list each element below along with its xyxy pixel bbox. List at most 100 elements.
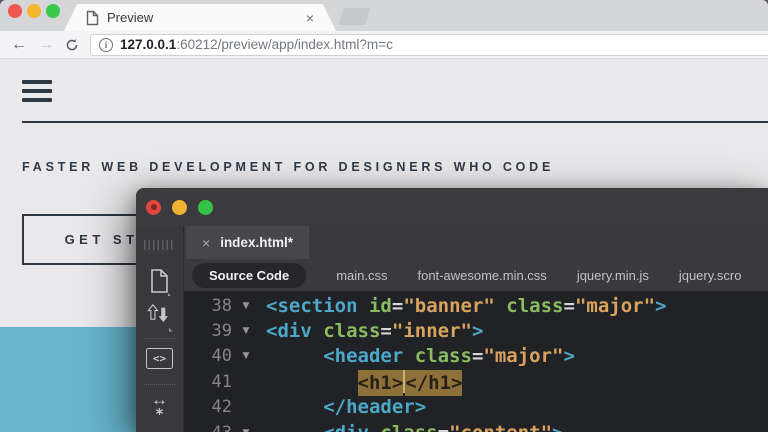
code-token xyxy=(369,422,380,432)
fold-triangle-icon[interactable]: ▼ xyxy=(232,351,260,361)
code-token xyxy=(266,345,323,367)
code-token: class xyxy=(506,295,563,317)
code-token xyxy=(495,295,506,317)
code-token: = xyxy=(392,295,403,317)
code-line-39[interactable]: 39▼<div class="inner"> xyxy=(184,318,768,343)
code-token: > xyxy=(552,422,563,432)
code-text[interactable]: <div class="content"> xyxy=(260,422,563,432)
code-text[interactable]: <section id="banner" class="major"> xyxy=(260,295,666,317)
code-token: "major" xyxy=(483,345,563,367)
sidebar-divider xyxy=(144,338,175,339)
code-token: = xyxy=(380,320,391,342)
code-token: <header xyxy=(323,345,403,367)
browser-tab-strip: Preview × xyxy=(0,0,768,31)
code-token xyxy=(266,422,323,432)
code-editor-window: <> ↔ * × index.html* Source Code main.css… xyxy=(136,188,768,432)
line-number: 40 xyxy=(184,346,232,366)
code-token: "major" xyxy=(575,295,655,317)
code-token: id xyxy=(369,295,392,317)
file-tab-jquery-scro[interactable]: jquery.scro xyxy=(679,268,742,283)
code-panel-icon[interactable]: <> xyxy=(136,348,183,369)
header-divider xyxy=(22,121,768,123)
code-token: class xyxy=(380,422,437,432)
editor-titlebar[interactable] xyxy=(136,188,768,226)
sidebar-grip xyxy=(144,240,175,250)
code-token: class xyxy=(323,320,380,342)
resize-arrows-icon[interactable]: ↔ * xyxy=(136,391,183,422)
code-token: class xyxy=(415,345,472,367)
code-token: = xyxy=(472,345,483,367)
code-text[interactable]: <div class="inner"> xyxy=(260,320,483,342)
minimize-window-button[interactable] xyxy=(27,4,41,18)
code-token: = xyxy=(563,295,574,317)
fold-triangle-icon[interactable]: ▼ xyxy=(232,428,260,432)
code-editor-area[interactable]: 38▼<section id="banner" class="major">39… xyxy=(184,291,768,432)
page-info-icon[interactable]: i xyxy=(99,38,113,52)
code-token: "inner" xyxy=(392,320,472,342)
page-favicon-icon xyxy=(86,10,99,26)
sort-arrows-icon[interactable] xyxy=(136,302,183,332)
zoom-window-button[interactable] xyxy=(46,4,60,18)
code-token: </header> xyxy=(323,396,426,418)
code-token: "content" xyxy=(449,422,552,432)
doc-tab-index-html[interactable]: × index.html* xyxy=(186,226,309,259)
new-tab-button[interactable] xyxy=(338,8,371,25)
code-token xyxy=(403,345,414,367)
line-number: 39 xyxy=(184,321,232,341)
reload-button[interactable] xyxy=(65,38,79,52)
url-bar[interactable]: i 127.0.0.1:60212/preview/app/index.html… xyxy=(90,34,768,56)
code-token: = xyxy=(438,422,449,432)
close-window-button[interactable] xyxy=(8,4,22,18)
fold-triangle-icon[interactable]: ▼ xyxy=(232,301,260,311)
file-tab-bar: Source Code main.css font-awesome.min.css j… xyxy=(184,259,768,291)
tab-title: Preview xyxy=(107,10,306,25)
file-tab-main-css[interactable]: main.css xyxy=(336,268,387,283)
code-token: <h1> xyxy=(358,370,404,396)
code-text[interactable]: <header class="major"> xyxy=(260,345,575,367)
code-line-38[interactable]: 38▼<section id="banner" class="major"> xyxy=(184,293,768,318)
browser-tab-preview[interactable]: Preview × xyxy=(64,4,336,31)
code-line-42[interactable]: 42 </header> xyxy=(184,395,768,420)
browser-toolbar: ← → i 127.0.0.1:60212/preview/app/index.… xyxy=(0,31,768,59)
editor-zoom-button[interactable] xyxy=(198,200,213,215)
hamburger-menu-icon[interactable] xyxy=(22,80,52,107)
page-headline: FASTER WEB DEVELOPMENT FOR DESIGNERS WHO… xyxy=(22,160,554,174)
line-number: 41 xyxy=(184,372,232,392)
line-number: 42 xyxy=(184,397,232,417)
code-token: > xyxy=(655,295,666,317)
screenshot-root: Preview × ← → i 127.0.0.1:60212/preview/… xyxy=(0,0,768,432)
editor-close-button[interactable] xyxy=(146,200,161,215)
code-token: "banner" xyxy=(403,295,495,317)
file-browser-icon[interactable] xyxy=(136,268,183,296)
editor-sidebar: <> ↔ * xyxy=(136,226,184,432)
tab-close-icon[interactable]: × xyxy=(306,11,314,25)
browser-window-controls xyxy=(8,4,60,18)
document-tab-bar: × index.html* xyxy=(184,226,768,259)
editor-minimize-button[interactable] xyxy=(172,200,187,215)
back-button[interactable]: ← xyxy=(11,37,27,53)
line-number: 43 xyxy=(184,423,232,432)
fold-triangle-icon[interactable]: ▼ xyxy=(232,326,260,336)
code-token xyxy=(266,396,323,418)
code-token: </h1> xyxy=(405,370,462,396)
doc-tab-label: index.html* xyxy=(220,235,293,250)
url-path: :60212/preview/app/index.html?m=c xyxy=(176,37,393,52)
doc-tab-close-icon[interactable]: × xyxy=(202,236,210,250)
forward-button: → xyxy=(38,37,54,53)
code-token xyxy=(312,320,323,342)
code-line-40[interactable]: 40▼ <header class="major"> xyxy=(184,344,768,369)
file-tab-source-code[interactable]: Source Code xyxy=(192,263,306,288)
code-line-43[interactable]: 43▼ <div class="content"> xyxy=(184,420,768,432)
line-number: 38 xyxy=(184,296,232,316)
code-text[interactable]: </header> xyxy=(260,396,426,418)
code-token: <div xyxy=(266,320,312,342)
file-tab-font-awesome-min-css[interactable]: font-awesome.min.css xyxy=(417,268,546,283)
code-text[interactable]: <h1></h1> xyxy=(260,370,462,394)
code-token: <section xyxy=(266,295,358,317)
file-tab-jquery-min-js[interactable]: jquery.min.js xyxy=(577,268,649,283)
code-token xyxy=(358,295,369,317)
code-line-41[interactable]: 41 <h1></h1> xyxy=(184,369,768,394)
code-token: > xyxy=(472,320,483,342)
code-token: <div xyxy=(323,422,369,432)
code-token xyxy=(266,372,358,394)
